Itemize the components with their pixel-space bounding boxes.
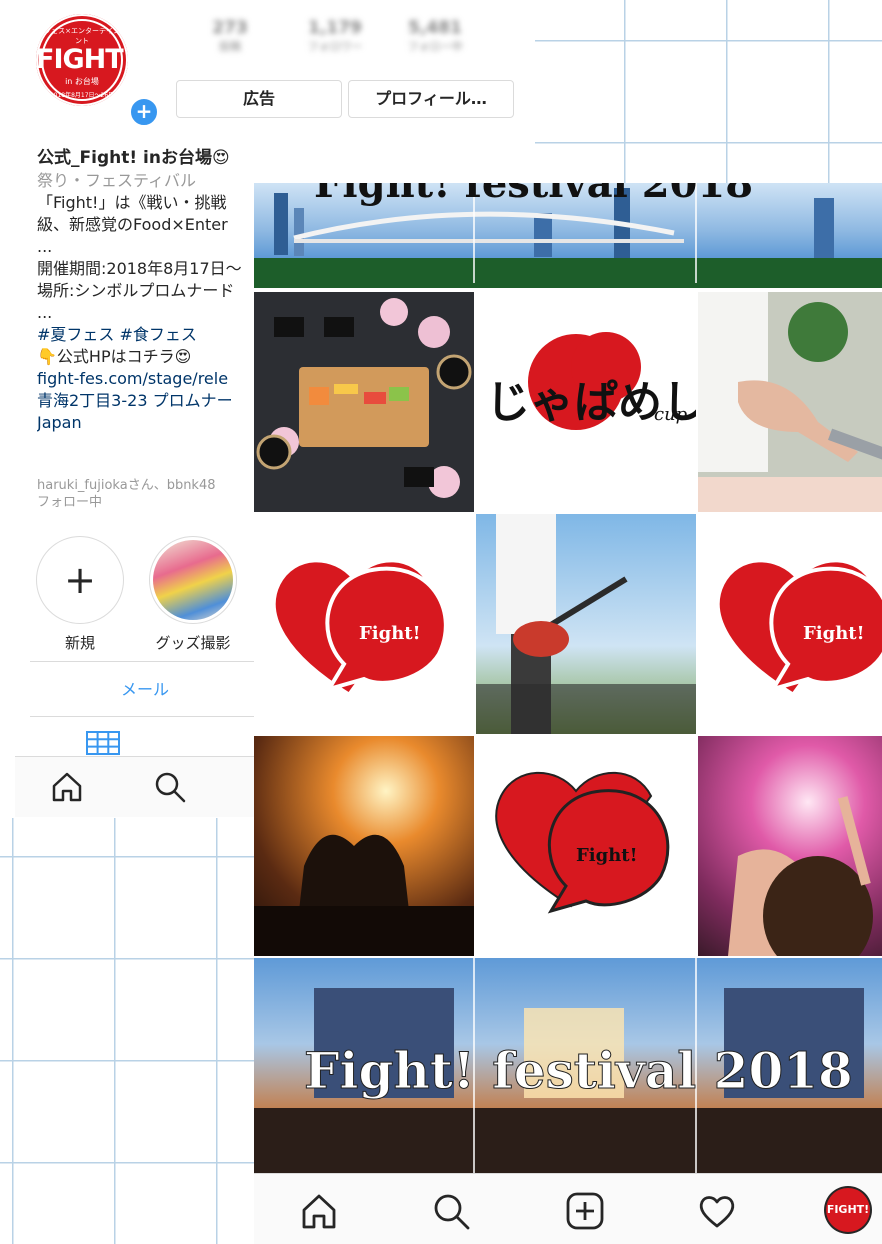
post-banner-festival[interactable]: Fight! festival 2018: [254, 958, 882, 1173]
profile-avatar[interactable]: 夏フェス×エンターテインメント FIGHT! in お台場 2018年8月17日…: [36, 14, 160, 128]
followed-by[interactable]: haruki_fujiokaさん、bbnk48 フォロー中: [37, 477, 257, 511]
avatar-date: 2018年8月17日〜26日: [49, 92, 115, 99]
post-tile-sushi[interactable]: [254, 292, 474, 512]
avatar-logo: FIGHT!: [36, 44, 128, 75]
sushi-image: [256, 298, 472, 498]
bio-line: 👇公式HPはコチラ😍: [37, 347, 192, 366]
post-tile-crowd[interactable]: [698, 736, 882, 956]
highlight-goods-label: グッズ撮影: [155, 634, 231, 652]
post-tile-guitar[interactable]: [476, 514, 696, 734]
home-icon[interactable]: [49, 769, 85, 805]
japameshi-logo: じゃぱめし cup: [486, 332, 696, 430]
followed-by-names: haruki_fujiokaさん、bbnk48: [37, 478, 216, 493]
stat-followers[interactable]: 1,179 フォロワー: [290, 18, 380, 54]
edit-profile-button[interactable]: プロフィール…: [348, 80, 514, 118]
plus-icon[interactable]: +: [128, 96, 160, 128]
highlight-goods[interactable]: グッズ撮影: [148, 536, 238, 653]
fight-heart-logo: Fight!: [272, 559, 448, 697]
festival-banner-text: Fight! festival 2018: [304, 1041, 853, 1100]
new-post-icon[interactable]: [564, 1190, 606, 1232]
highlight-new[interactable]: + 新規: [35, 536, 125, 653]
heart-icon[interactable]: [696, 1190, 738, 1232]
search-icon[interactable]: [152, 769, 188, 805]
fight-heart-logo: Fight!: [495, 771, 670, 914]
profile-avatar-icon[interactable]: FIGHT!: [826, 1188, 870, 1232]
address-link[interactable]: 青海2丁目3-23 プロムナー: [37, 390, 277, 412]
festival-stage-image: Fight! festival 2018: [254, 958, 882, 1173]
left-tab-bar: [15, 756, 255, 817]
fight-heart-text: Fight!: [576, 845, 638, 866]
post-banner-top[interactable]: Fight! festival 2018: [254, 183, 882, 288]
crowd-image: [728, 796, 873, 956]
plus-icon: +: [36, 536, 124, 624]
profile-category: 祭り・フェスティバル: [37, 171, 197, 190]
post-tile-heart-3[interactable]: Fight!: [476, 736, 696, 956]
ad-button[interactable]: 広告: [176, 80, 342, 118]
post-tile-japameshi[interactable]: じゃぱめし cup: [476, 292, 696, 512]
fight-heart-logo: Fight!: [716, 559, 882, 697]
guitarist-image: [476, 514, 696, 734]
stat-following-label: フォロー中: [407, 40, 463, 53]
followed-by-suffix: フォロー中: [37, 495, 103, 510]
banner-top-text: Fight! festival 2018: [314, 183, 753, 207]
stat-followers-count: 1,179: [308, 18, 362, 38]
profile-name: 公式_Fight! inお台場😍: [37, 148, 230, 168]
avatar-sub: in お台場: [65, 77, 99, 86]
post-tile-heart-2[interactable]: Fight!: [698, 514, 882, 734]
fight-heart-text: Fight!: [803, 623, 865, 644]
profile-bio: 祭り・フェスティバル 「Fight!」は《戦い・挑戦 級、新感覚のFood×En…: [37, 170, 277, 434]
bio-line: 開催期間:2018年8月17日〜: [37, 259, 242, 278]
fight-heart-text: Fight!: [359, 623, 421, 644]
concert-hands-image: [254, 834, 474, 956]
avatar-top-text: 夏フェス×エンターテインメント: [37, 27, 127, 45]
stat-followers-label: フォロワー: [307, 40, 363, 53]
bio-line: 級、新感覚のFood×Enter: [37, 215, 228, 234]
bridge-skyline-image: Fight! festival 2018: [254, 183, 882, 288]
stat-following[interactable]: 5,481 フォロー中: [390, 18, 480, 54]
bio-line: 場所:シンボルプロムナード: [37, 281, 235, 300]
stat-following-count: 5,481: [408, 18, 462, 38]
search-icon[interactable]: [430, 1190, 472, 1232]
post-tile-heart-1[interactable]: Fight!: [254, 514, 474, 734]
mail-button[interactable]: メール: [30, 676, 260, 700]
stat-posts[interactable]: 273 投稿: [190, 18, 270, 54]
japameshi-cup: cup: [654, 404, 688, 425]
highlight-goods-image: [149, 536, 237, 624]
bio-line: ...: [37, 303, 53, 322]
home-icon[interactable]: [298, 1190, 340, 1232]
feed-panel: Fight! festival 2018 じゃぱめし cup Fight! Fi…: [254, 183, 882, 1243]
address-country[interactable]: Japan: [37, 412, 277, 434]
bio-line: ...: [37, 237, 53, 256]
bio-line: 「Fight!」は《戦い・挑戦: [37, 193, 227, 212]
profile-stats: 273 投稿 1,179 フォロワー 5,481 フォロー中: [190, 18, 490, 62]
avatar-image: 夏フェス×エンターテインメント FIGHT! in お台場 2018年8月17日…: [36, 14, 128, 106]
post-tile-chef[interactable]: [698, 292, 882, 512]
stat-posts-label: 投稿: [219, 40, 241, 53]
bottom-tab-bar: FIGHT!: [254, 1173, 882, 1244]
chef-image: [698, 292, 882, 512]
grid-view-icon[interactable]: [86, 731, 120, 755]
website-link[interactable]: fight-fes.com/stage/rele: [37, 368, 277, 390]
stat-posts-count: 273: [212, 18, 248, 38]
hashtags[interactable]: #夏フェス #食フェス: [37, 324, 277, 346]
post-tile-concert-hands[interactable]: [254, 736, 474, 956]
highlight-new-label: 新規: [64, 634, 95, 652]
